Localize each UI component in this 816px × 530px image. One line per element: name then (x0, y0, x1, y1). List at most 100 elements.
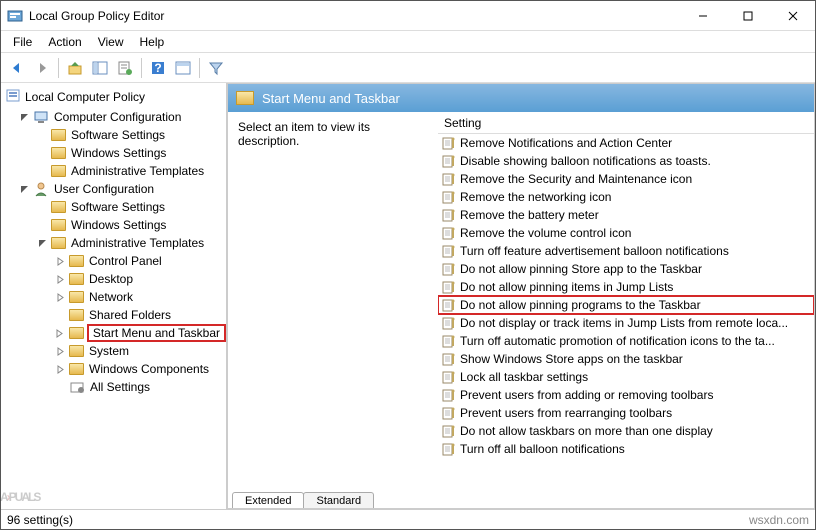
tree-item[interactable]: Software Settings (1, 126, 226, 144)
expand-icon[interactable] (54, 293, 66, 302)
setting-icon (442, 352, 456, 366)
list-header-setting[interactable]: Setting (438, 112, 814, 134)
statusbar: 96 setting(s) wsxdn.com (1, 509, 815, 529)
tree-item-label: User Configuration (52, 182, 156, 196)
tree-item[interactable]: All Settings (1, 378, 226, 396)
folder-icon (51, 219, 66, 231)
setting-label: Show Windows Store apps on the taskbar (460, 352, 683, 366)
tree-item[interactable]: Windows Settings (1, 216, 226, 234)
setting-label: Turn off all balloon notifications (460, 442, 625, 456)
expand-icon[interactable] (54, 257, 66, 266)
setting-row[interactable]: Remove Notifications and Action Center (438, 134, 814, 152)
setting-icon (442, 136, 456, 150)
tab-extended[interactable]: Extended (232, 492, 304, 509)
setting-row[interactable]: Do not allow taskbars on more than one d… (438, 422, 814, 440)
menu-view[interactable]: View (90, 33, 132, 51)
setting-label: Do not allow pinning Store app to the Ta… (460, 262, 702, 276)
folder-icon (51, 147, 66, 159)
tree-item[interactable]: Windows Components (1, 360, 226, 378)
tree-item[interactable]: Software Settings (1, 198, 226, 216)
options-button[interactable] (171, 56, 195, 80)
tree-root-label: Local Computer Policy (25, 90, 145, 104)
menu-file[interactable]: File (5, 33, 40, 51)
setting-row[interactable]: Lock all taskbar settings (438, 368, 814, 386)
tree-item[interactable]: Computer Configuration (1, 108, 226, 126)
setting-row[interactable]: Do not allow pinning Store app to the Ta… (438, 260, 814, 278)
expand-icon[interactable] (18, 185, 30, 194)
toolbar-separator (199, 58, 200, 78)
properties-button[interactable] (113, 56, 137, 80)
detail-header: Start Menu and Taskbar (228, 84, 814, 112)
folder-icon (69, 273, 84, 285)
expand-icon[interactable] (54, 365, 66, 374)
setting-row[interactable]: Do not display or track items in Jump Li… (438, 314, 814, 332)
close-button[interactable] (770, 1, 815, 30)
computer-icon (33, 109, 49, 125)
setting-label: Disable showing balloon notifications as… (460, 154, 711, 168)
setting-row[interactable]: Remove the networking icon (438, 188, 814, 206)
tree-root[interactable]: Local Computer Policy (1, 85, 226, 108)
setting-icon (442, 190, 456, 204)
expand-icon[interactable] (54, 329, 66, 338)
settings-scroll[interactable]: Remove Notifications and Action Center Di… (438, 134, 814, 486)
setting-row[interactable]: Remove the battery meter (438, 206, 814, 224)
up-button[interactable] (63, 56, 87, 80)
menu-help[interactable]: Help (132, 33, 173, 51)
setting-icon (442, 316, 456, 330)
setting-row[interactable]: Disable showing balloon notifications as… (438, 152, 814, 170)
tree-item[interactable]: User Configuration (1, 180, 226, 198)
setting-label: Remove the volume control icon (460, 226, 631, 240)
back-button[interactable] (5, 56, 29, 80)
show-hide-tree-button[interactable] (88, 56, 112, 80)
tree-item[interactable]: Administrative Templates (1, 162, 226, 180)
setting-row[interactable]: Turn off feature advertisement balloon n… (438, 242, 814, 260)
setting-icon (442, 298, 456, 312)
tree-item[interactable]: Windows Settings (1, 144, 226, 162)
tree-item[interactable]: Network (1, 288, 226, 306)
folder-icon (51, 129, 66, 141)
tree-item-label: Control Panel (87, 254, 164, 268)
setting-row[interactable]: Remove the Security and Maintenance icon (438, 170, 814, 188)
filter-button[interactable] (204, 56, 228, 80)
setting-row[interactable]: Prevent users from adding or removing to… (438, 386, 814, 404)
minimize-button[interactable] (680, 1, 725, 30)
setting-icon (442, 244, 456, 258)
tree-pane[interactable]: Local Computer Policy Computer Configura… (1, 83, 227, 509)
setting-row[interactable]: Show Windows Store apps on the taskbar (438, 350, 814, 368)
detail-body: Select an item to view its description. … (228, 112, 814, 486)
tree-item[interactable]: Control Panel (1, 252, 226, 270)
maximize-button[interactable] (725, 1, 770, 30)
setting-icon (442, 226, 456, 240)
help-button[interactable]: ? (146, 56, 170, 80)
expand-icon[interactable] (54, 347, 66, 356)
setting-label: Prevent users from rearranging toolbars (460, 406, 672, 420)
tree-item[interactable]: Desktop (1, 270, 226, 288)
policy-root-icon (5, 87, 21, 106)
tree-item[interactable]: Shared Folders (1, 306, 226, 324)
setting-row[interactable]: Turn off automatic promotion of notifica… (438, 332, 814, 350)
expand-icon[interactable] (54, 275, 66, 284)
expand-icon[interactable] (36, 239, 48, 248)
tab-standard[interactable]: Standard (303, 492, 374, 509)
setting-label: Do not allow taskbars on more than one d… (460, 424, 713, 438)
setting-label: Prevent users from adding or removing to… (460, 388, 713, 402)
tree-item[interactable]: Administrative Templates (1, 234, 226, 252)
tree-item[interactable]: Start Menu and Taskbar (1, 324, 226, 342)
folder-icon (69, 255, 84, 267)
folder-icon (51, 237, 66, 249)
setting-row[interactable]: Turn off all balloon notifications (438, 440, 814, 458)
menu-action[interactable]: Action (40, 33, 89, 51)
setting-label: Remove the Security and Maintenance icon (460, 172, 692, 186)
setting-row[interactable]: Prevent users from rearranging toolbars (438, 404, 814, 422)
setting-label: Do not allow pinning items in Jump Lists (460, 280, 673, 294)
detail-tabs: Extended Standard (228, 486, 814, 508)
tree-item[interactable]: System (1, 342, 226, 360)
setting-row[interactable]: Remove the volume control icon (438, 224, 814, 242)
expand-icon[interactable] (18, 113, 30, 122)
setting-row[interactable]: Do not allow pinning programs to the Tas… (438, 296, 814, 314)
window-title: Local Group Policy Editor (29, 9, 680, 23)
toolbar: ? (1, 53, 815, 83)
setting-row[interactable]: Do not allow pinning items in Jump Lists (438, 278, 814, 296)
toolbar-separator (141, 58, 142, 78)
forward-button[interactable] (30, 56, 54, 80)
